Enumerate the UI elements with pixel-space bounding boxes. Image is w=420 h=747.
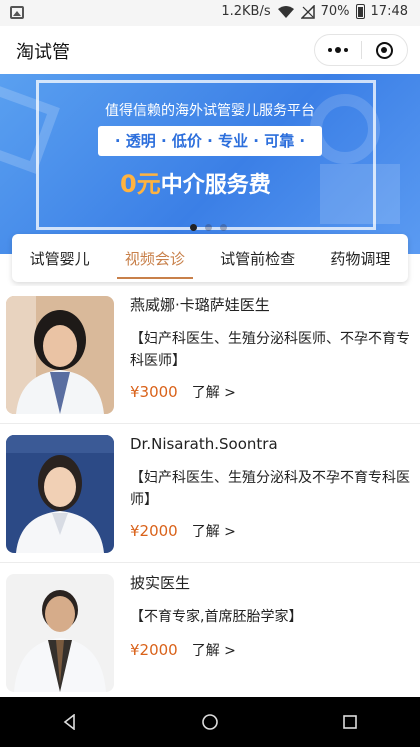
doctor-info: Dr.Nisarath.Soontra 【妇产科医生、生殖分泌科及不孕不育专科医… (130, 433, 410, 511)
consult-price: ¥2000 (130, 641, 178, 659)
back-icon[interactable] (62, 714, 78, 730)
learn-more-link[interactable]: 了解 > (192, 521, 236, 541)
status-right: 1.2KB/s 70% 17:48 (221, 4, 408, 19)
learn-more-link[interactable]: 了解 > (192, 382, 236, 402)
doctor-title: 【妇产科医生、生殖分泌科及不孕不育专科医师】 (130, 470, 410, 508)
tab-ivf[interactable]: 试管婴儿 (28, 244, 92, 273)
category-tabs: 试管婴儿 视频会诊 试管前检查 药物调理 (12, 234, 408, 282)
promo-banner[interactable]: 值得信赖的海外试管婴儿服务平台 · 透明 · 低价 · 专业 · 可靠 · 0元… (0, 74, 420, 254)
carousel-dots (190, 224, 227, 231)
clock: 17:48 (370, 4, 408, 19)
carousel-dot[interactable] (220, 224, 227, 231)
doctor-title: 【不育专家,首席胚胎学家】 (130, 609, 303, 625)
doctor-title: 【妇产科医生、生殖分泌科医师、不孕不育专科医师】 (130, 331, 410, 369)
status-bar: 1.2KB/s 70% 17:48 (0, 0, 420, 26)
tab-pre-ivf-check[interactable]: 试管前检查 (218, 244, 297, 273)
carousel-dot[interactable] (205, 224, 212, 231)
network-speed: 1.2KB/s (221, 4, 271, 19)
signal-icon (300, 4, 315, 19)
doctor-name: Dr.Nisarath.Soontra (130, 435, 278, 453)
price-row: ¥3000 了解 > (130, 382, 236, 402)
battery-icon (355, 4, 365, 19)
doctor-info: 燕威娜·卡璐萨娃医生 【妇产科医生、生殖分泌科医师、不孕不育专科医师】 (130, 294, 410, 372)
carousel-dot[interactable] (190, 224, 197, 231)
doctor-photo (6, 296, 114, 414)
wifi-icon (277, 5, 294, 18)
doctor-name: 燕威娜·卡璐萨娃医生 (130, 296, 270, 314)
price-row: ¥2000 了解 > (130, 640, 236, 660)
close-icon[interactable] (361, 35, 407, 65)
banner-offer: 0元中介服务费 (120, 164, 271, 199)
page-title: 淘试管 (16, 42, 70, 63)
doctor-card[interactable]: 披实医生 【不育专家,首席胚胎学家】 ¥2000 了解 > (0, 564, 420, 697)
tab-medication[interactable]: 药物调理 (328, 244, 392, 273)
doctor-card[interactable]: Dr.Nisarath.Soontra 【妇产科医生、生殖分泌科及不孕不育专科医… (0, 425, 420, 563)
tab-video-consult[interactable]: 视频会诊 (116, 244, 193, 279)
price-row: ¥2000 了解 > (130, 521, 236, 541)
banner-headline: 值得信赖的海外试管婴儿服务平台 (105, 103, 315, 119)
battery-percent: 70% (320, 4, 350, 19)
banner-offer-accent: 0元 (120, 170, 161, 198)
consult-price: ¥3000 (130, 383, 178, 401)
doctor-photo (6, 435, 114, 553)
doctor-card[interactable]: 燕威娜·卡璐萨娃医生 【妇产科医生、生殖分泌科医师、不孕不育专科医师】 ¥300… (0, 286, 420, 424)
recents-icon[interactable] (342, 714, 358, 730)
learn-more-link[interactable]: 了解 > (192, 640, 236, 660)
system-nav-bar (0, 697, 420, 747)
home-icon[interactable] (201, 713, 219, 731)
more-icon[interactable] (315, 35, 361, 65)
image-icon (10, 6, 24, 19)
banner-slogan: · 透明 · 低价 · 专业 · 可靠 · (98, 126, 322, 156)
mini-program-capsule (314, 34, 408, 66)
banner-offer-text: 中介服务费 (160, 173, 271, 198)
doctor-info: 披实医生 【不育专家,首席胚胎学家】 (130, 572, 410, 628)
doctor-name: 披实医生 (130, 574, 191, 592)
doctor-photo (6, 574, 114, 692)
nav-bar: 淘试管 (0, 26, 420, 74)
consult-price: ¥2000 (130, 522, 178, 540)
